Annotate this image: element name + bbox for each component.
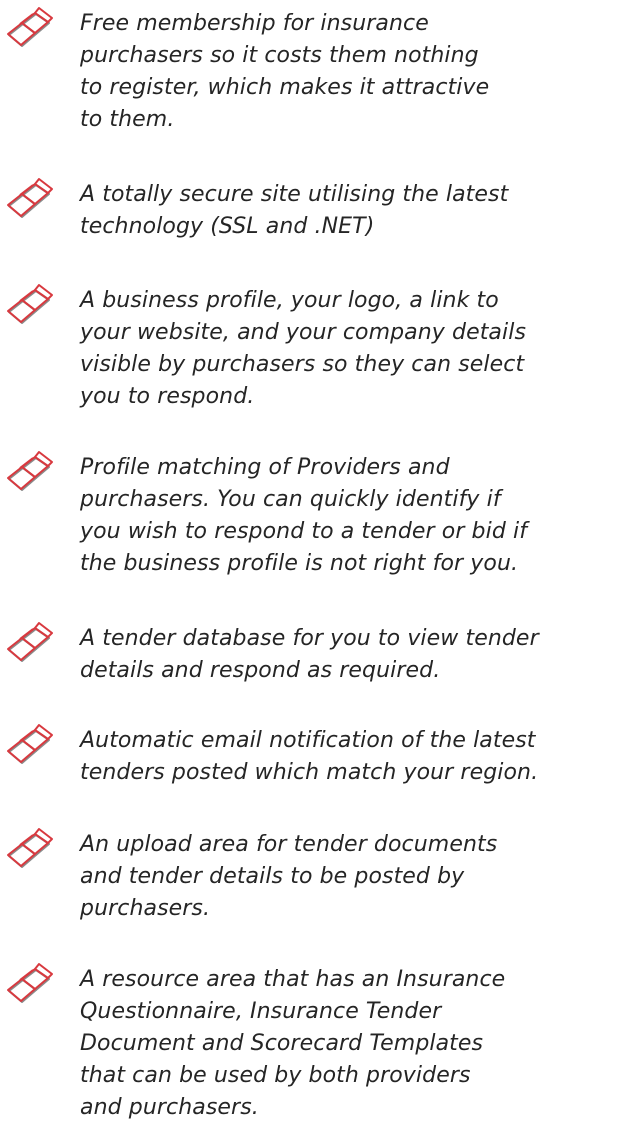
feature-text: A totally secure site utilising the late…: [80, 182, 509, 239]
red-diamond-bullet-icon: [7, 828, 53, 868]
red-diamond-bullet-icon: [7, 178, 53, 218]
feature-list: Free membership for insurance purchasers…: [0, 0, 627, 1129]
red-diamond-bullet-icon: [7, 963, 53, 1003]
feature-text: A tender database for you to view tender…: [80, 626, 539, 683]
red-diamond-bullet-icon: [7, 451, 53, 491]
feature-text: Free membership for insurance purchasers…: [80, 11, 490, 132]
feature-text: Automatic email notification of the late…: [80, 728, 539, 785]
feature-text: Profile matching of Providers and purcha…: [80, 455, 528, 576]
feature-text: A resource area that has an Insurance Qu…: [80, 967, 506, 1120]
red-diamond-bullet-icon: [7, 724, 53, 764]
red-diamond-bullet-icon: [7, 284, 53, 324]
feature-text: An upload area for tender documents and …: [80, 832, 498, 921]
red-diamond-bullet-icon: [7, 7, 53, 47]
red-diamond-bullet-icon: [7, 622, 53, 662]
feature-text: A business profile, your logo, a link to…: [80, 288, 527, 409]
